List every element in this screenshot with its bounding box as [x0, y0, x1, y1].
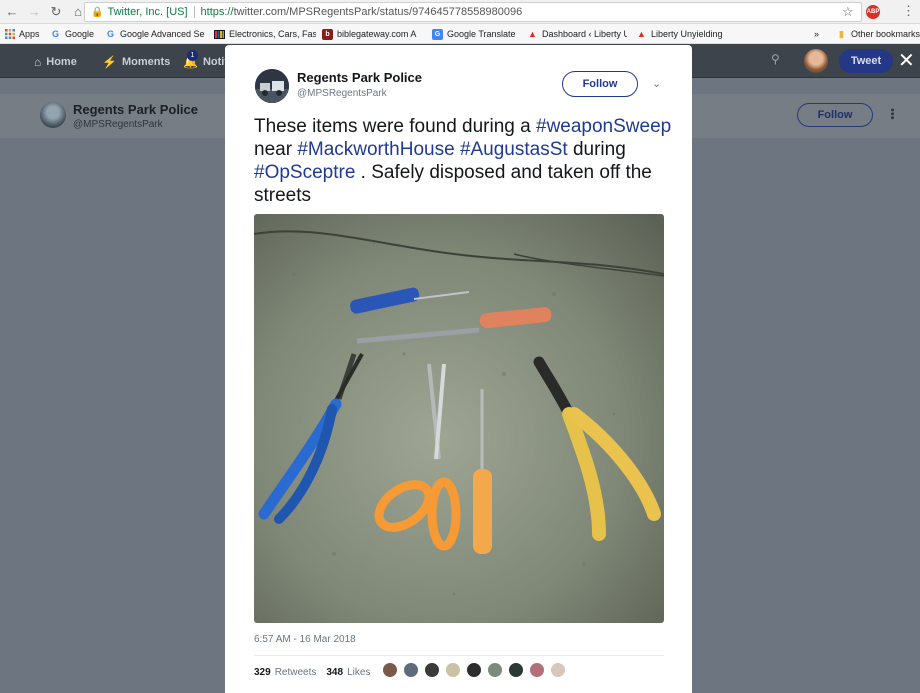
tweet-text-segment: near	[254, 139, 298, 160]
bookmarks-overflow-button[interactable]: »	[814, 27, 819, 41]
tweet-author-handle[interactable]: @MPSRegentsPark	[297, 88, 387, 99]
search-icon[interactable]: ⚲	[771, 52, 780, 66]
apps-grid-icon	[4, 29, 15, 40]
tweet-text-segment: These items were found during a	[254, 116, 536, 137]
back-arrow-icon[interactable]: ←	[2, 2, 22, 22]
chevron-down-icon[interactable]: ⌄	[652, 77, 661, 90]
bookmark-label: Electronics, Cars, Fas	[229, 29, 316, 39]
ebay-icon	[214, 29, 225, 40]
nav-moments-label: Moments	[121, 56, 171, 68]
bookmark-liberty-unyielding[interactable]: ▲ Liberty Unyielding	[636, 27, 723, 41]
url-scheme: https://	[200, 6, 234, 18]
liker-avatar[interactable]	[550, 662, 566, 678]
bookmark-google-advanced[interactable]: G Google Advanced Se	[105, 27, 205, 41]
lock-icon: 🔒	[91, 6, 104, 18]
notification-count-badge: 1	[187, 50, 198, 61]
flame-icon: ▲	[528, 29, 537, 39]
liker-avatar[interactable]	[382, 662, 398, 678]
bookmark-google[interactable]: G Google	[50, 27, 94, 41]
liker-avatar[interactable]	[508, 662, 524, 678]
home-icon: ⌂	[34, 55, 42, 69]
liker-avatars	[382, 662, 571, 678]
liker-avatar[interactable]	[487, 662, 503, 678]
bookmark-label: Dashboard ‹ Liberty U	[542, 29, 627, 39]
tweet-timestamp[interactable]: 6:57 AM - 16 Mar 2018	[254, 634, 356, 645]
bookmark-star-icon[interactable]: ☆	[842, 4, 854, 20]
retweets-count[interactable]: 329	[254, 667, 271, 678]
url-text: twitter.com/MPSRegentsPark/status/974645…	[233, 6, 523, 18]
tweet-text: These items were found during a #weaponS…	[254, 115, 674, 207]
adblock-icon[interactable]: ABP	[866, 5, 880, 19]
tweet-follow-button[interactable]: Follow	[562, 71, 638, 97]
hashtag-link[interactable]: #AugustasSt	[460, 139, 568, 160]
divider	[254, 655, 664, 656]
tweet-stats: 329 Retweets 348 Likes	[254, 667, 370, 678]
tweet-photo[interactable]	[254, 214, 664, 623]
bookmark-biblegateway[interactable]: b biblegateway.com A	[322, 27, 422, 41]
likes-label[interactable]: Likes	[347, 667, 370, 678]
nav-home[interactable]: ⌂ Home	[34, 55, 77, 69]
liker-avatar[interactable]	[424, 662, 440, 678]
nav-moments[interactable]: ⚡ Moments	[102, 55, 170, 69]
folder-icon: ▮	[839, 28, 844, 39]
bookmark-label: Google Translate	[447, 29, 516, 39]
liker-avatar[interactable]	[445, 662, 461, 678]
likes-count[interactable]: 348	[326, 667, 343, 678]
liker-avatar[interactable]	[529, 662, 545, 678]
nav-home-label: Home	[46, 56, 77, 68]
bookmark-label: Other bookmarks	[851, 29, 920, 39]
profile-handle: @MPSRegentsPark	[73, 119, 163, 130]
tweet-author-avatar[interactable]	[255, 69, 289, 103]
tweet-author-name[interactable]: Regents Park Police	[297, 70, 422, 85]
reload-icon[interactable]: ↻	[46, 2, 66, 22]
compose-tweet-button[interactable]: Tweet	[839, 49, 893, 73]
profile-avatar[interactable]	[40, 102, 66, 128]
address-bar[interactable]: 🔒 Twitter, Inc. [US] https://twitter.com…	[84, 2, 862, 22]
liker-avatar[interactable]	[403, 662, 419, 678]
lightning-icon: ⚡	[102, 55, 117, 69]
profile-follow-button[interactable]: Follow	[797, 103, 873, 127]
bookmarks-bar: Apps G Google G Google Advanced Se Elect…	[0, 24, 920, 44]
hashtag-link[interactable]: #MackworthHouse	[297, 139, 454, 160]
bookmark-label: Google	[65, 29, 95, 39]
hashtag-link[interactable]: #weaponSweep	[536, 116, 671, 137]
biblegateway-icon: b	[322, 28, 333, 40]
profile-more-icon[interactable]: •••	[886, 108, 898, 120]
browser-menu-icon[interactable]: ⋮	[902, 3, 915, 19]
liker-avatar[interactable]	[466, 662, 482, 678]
translate-icon: G	[432, 28, 443, 40]
bookmark-google-translate[interactable]: G Google Translate	[432, 27, 516, 41]
forward-arrow-icon[interactable]: →	[24, 2, 44, 22]
hashtag-link[interactable]: #OpSceptre	[254, 162, 355, 183]
bookmark-label: biblegateway.com A	[337, 29, 417, 39]
bookmark-label: Liberty Unyielding	[651, 29, 723, 39]
google-icon: G	[51, 29, 59, 39]
bookmark-other[interactable]: ▮ Other bookmarks	[836, 27, 920, 41]
bookmark-label: Apps	[19, 29, 40, 39]
bookmark-label: Google Advanced Se	[120, 29, 205, 39]
google-icon: G	[106, 29, 114, 39]
bookmark-dashboard-liberty[interactable]: ▲ Dashboard ‹ Liberty U	[527, 27, 627, 41]
retweets-label[interactable]: Retweets	[275, 667, 317, 678]
user-avatar[interactable]	[804, 49, 828, 73]
flame-icon: ▲	[637, 29, 646, 39]
omnibox-divider	[193, 6, 195, 18]
profile-name: Regents Park Police	[73, 102, 198, 117]
tweet-modal: Regents Park Police @MPSRegentsPark Foll…	[225, 45, 692, 693]
security-label: Twitter, Inc. [US]	[107, 6, 188, 18]
close-icon[interactable]: ✕	[898, 49, 915, 73]
bookmark-apps[interactable]: Apps	[4, 27, 40, 41]
tweet-text-segment: during	[567, 139, 626, 160]
bookmark-ebay[interactable]: Electronics, Cars, Fas	[214, 27, 316, 41]
